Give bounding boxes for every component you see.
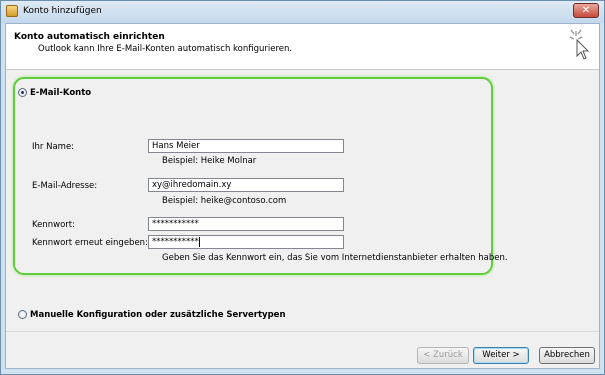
- password-label: Kennwort:: [32, 220, 75, 230]
- footer-divider: [6, 331, 599, 332]
- outlook-app-icon: [6, 5, 18, 17]
- wizard-header: Konto automatisch einrichten Outlook kan…: [6, 24, 599, 70]
- password-confirm-value: ***********: [152, 237, 199, 247]
- manual-config-radio[interactable]: [18, 310, 27, 319]
- header-title: Konto automatisch einrichten: [14, 32, 165, 42]
- back-button[interactable]: < Zurück: [417, 347, 469, 364]
- name-hint: Beispiel: Heike Molnar: [162, 156, 257, 166]
- text-caret: [198, 236, 200, 247]
- wizard-cursor-icon: [569, 29, 590, 60]
- account-wizard-window: Konto hinzufügen ✕ Konto automatisch ein…: [0, 0, 605, 375]
- wizard-content: Konto automatisch einrichten Outlook kan…: [5, 23, 600, 369]
- window-title: Konto hinzufügen: [23, 6, 102, 16]
- email-input[interactable]: xy@ihredomain.xy: [148, 178, 344, 192]
- password-confirm-input[interactable]: ***********: [148, 235, 344, 249]
- email-hint: Beispiel: heike@contoso.com: [162, 196, 287, 206]
- email-account-radio[interactable]: [18, 88, 27, 97]
- name-input[interactable]: Hans Meier: [148, 139, 344, 153]
- manual-config-label[interactable]: Manuelle Konfiguration oder zusätzliche …: [30, 310, 286, 320]
- password-confirm-label: Kennwort erneut eingeben:: [32, 238, 148, 248]
- name-label: Ihr Name:: [32, 142, 75, 152]
- email-label: E-Mail-Adresse:: [32, 181, 98, 191]
- cancel-button[interactable]: Abbrechen: [539, 347, 595, 364]
- email-account-label[interactable]: E-Mail-Konto: [30, 88, 91, 98]
- password-hint: Geben Sie das Kennwort ein, das Sie vom …: [162, 253, 508, 263]
- header-subtitle: Outlook kann Ihre E-Mail-Konten automati…: [38, 44, 293, 54]
- password-input[interactable]: ***********: [148, 217, 344, 231]
- title-bar: Konto hinzufügen ✕: [1, 1, 604, 23]
- next-button[interactable]: Weiter >: [473, 347, 529, 364]
- close-button[interactable]: ✕: [573, 3, 599, 18]
